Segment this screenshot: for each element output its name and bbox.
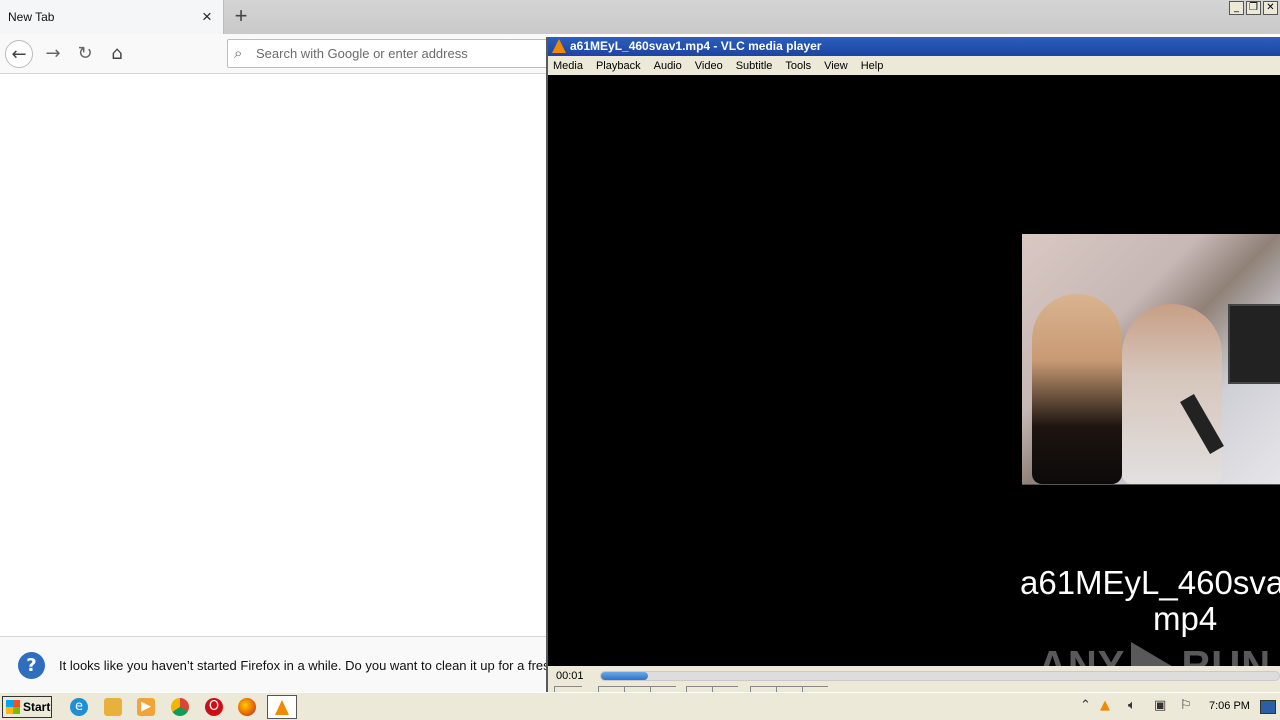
watermark-any: ANY: [1038, 643, 1126, 666]
elapsed-time: 00:01: [556, 670, 584, 682]
vlc-menu-bar: Media Playback Audio Video Subtitle Tool…: [548, 56, 1280, 75]
vlc-window: a61MEyL_460svav1.mp4 - VLC media player …: [546, 37, 1280, 692]
tray-vlc-icon[interactable]: ▲: [1100, 698, 1110, 713]
seek-bar[interactable]: [600, 671, 1280, 681]
windows-logo-icon: [6, 700, 20, 714]
seek-bar-fill: [601, 672, 649, 680]
vlc-video-area[interactable]: a61MEyL_460svav1. mp4 ANY RUN: [548, 75, 1280, 666]
notification-message: It looks like you haven’t started Firefo…: [59, 658, 546, 673]
volume-icon[interactable]: 🔈︎: [1128, 698, 1136, 713]
video-person-right: [1122, 304, 1222, 484]
menu-playback[interactable]: Playback: [596, 60, 641, 72]
tab-close-icon[interactable]: ×: [199, 8, 215, 26]
firefox-notification-bar: ? It looks like you haven’t started Fire…: [0, 636, 546, 692]
show-desktop-button[interactable]: [1260, 700, 1276, 714]
firefox-nav-toolbar: ← → ↻ ⌂ ⌕: [0, 34, 557, 74]
folder-icon[interactable]: [104, 698, 122, 716]
play-icon: [1131, 642, 1176, 666]
internet-explorer-icon[interactable]: e: [70, 698, 88, 716]
forward-arrow-icon[interactable]: →: [39, 40, 67, 68]
clock[interactable]: 7:06 PM: [1209, 700, 1250, 712]
watermark-run: RUN: [1181, 643, 1272, 666]
window-controls: _ ❐ ✕: [1229, 1, 1278, 15]
opera-icon[interactable]: O: [205, 698, 223, 716]
url-bar[interactable]: ⌕: [227, 39, 557, 68]
media-player-icon[interactable]: ▶: [137, 698, 155, 716]
minimize-button[interactable]: _: [1229, 1, 1244, 15]
firefox-page-content: [0, 74, 546, 636]
video-filename-caption: a61MEyL_460svav1. mp4: [1020, 565, 1280, 637]
tab-title: New Tab: [8, 10, 55, 24]
close-button[interactable]: ✕: [1263, 1, 1278, 15]
menu-subtitle[interactable]: Subtitle: [736, 60, 773, 72]
vlc-controls: 00:01: [548, 666, 1280, 692]
new-tab-button[interactable]: +: [230, 3, 252, 29]
question-icon: ?: [18, 652, 45, 679]
caption-line-1: a61MEyL_460svav1.: [1020, 564, 1280, 601]
menu-tools[interactable]: Tools: [785, 60, 811, 72]
taskbar-vlc-button[interactable]: [267, 695, 297, 719]
menu-video[interactable]: Video: [695, 60, 723, 72]
reload-icon[interactable]: ↻: [71, 40, 99, 68]
firefox-icon[interactable]: [238, 698, 256, 716]
network-icon[interactable]: ▣: [1154, 698, 1166, 713]
video-person-left: [1032, 294, 1122, 484]
back-arrow-icon[interactable]: ←: [5, 40, 33, 68]
menu-audio[interactable]: Audio: [654, 60, 682, 72]
menu-view[interactable]: View: [824, 60, 848, 72]
vlc-icon: [552, 39, 566, 53]
action-center-flag-icon[interactable]: ⚐: [1180, 698, 1192, 713]
search-icon: ⌕: [234, 44, 243, 62]
taskbar: Start e ▶ O ⌃ ▲ 🔈︎ ▣ ⚐ 7:06 PM: [0, 692, 1280, 720]
tab-new-tab[interactable]: New Tab ×: [0, 0, 224, 34]
menu-help[interactable]: Help: [861, 60, 884, 72]
anyrun-watermark: ANY RUN: [1038, 642, 1271, 666]
search-input[interactable]: [256, 43, 546, 64]
start-button[interactable]: Start: [2, 696, 52, 718]
vlc-title-bar[interactable]: a61MEyL_460svav1.mp4 - VLC media player: [548, 37, 1280, 56]
vlc-icon: [275, 700, 289, 715]
tray-expand-icon[interactable]: ⌃: [1080, 698, 1091, 713]
video-frame: [1022, 234, 1280, 485]
menu-media[interactable]: Media: [553, 60, 583, 72]
vlc-window-title: a61MEyL_460svav1.mp4 - VLC media player: [570, 39, 822, 53]
video-monitor: [1228, 304, 1280, 384]
restore-button[interactable]: ❐: [1246, 1, 1261, 15]
home-icon[interactable]: ⌂: [103, 40, 131, 68]
caption-line-2: mp4: [1153, 600, 1218, 637]
chrome-icon[interactable]: [171, 698, 189, 716]
firefox-tab-bar: New Tab × + _ ❐ ✕: [0, 0, 1280, 34]
desktop: New Tab × + _ ❐ ✕ ← → ↻ ⌂ ⌕ ? It looks l…: [0, 0, 1280, 720]
system-tray: ⌃ ▲ 🔈︎ ▣ ⚐ 7:06 PM: [1074, 696, 1280, 718]
start-label: Start: [23, 700, 51, 714]
